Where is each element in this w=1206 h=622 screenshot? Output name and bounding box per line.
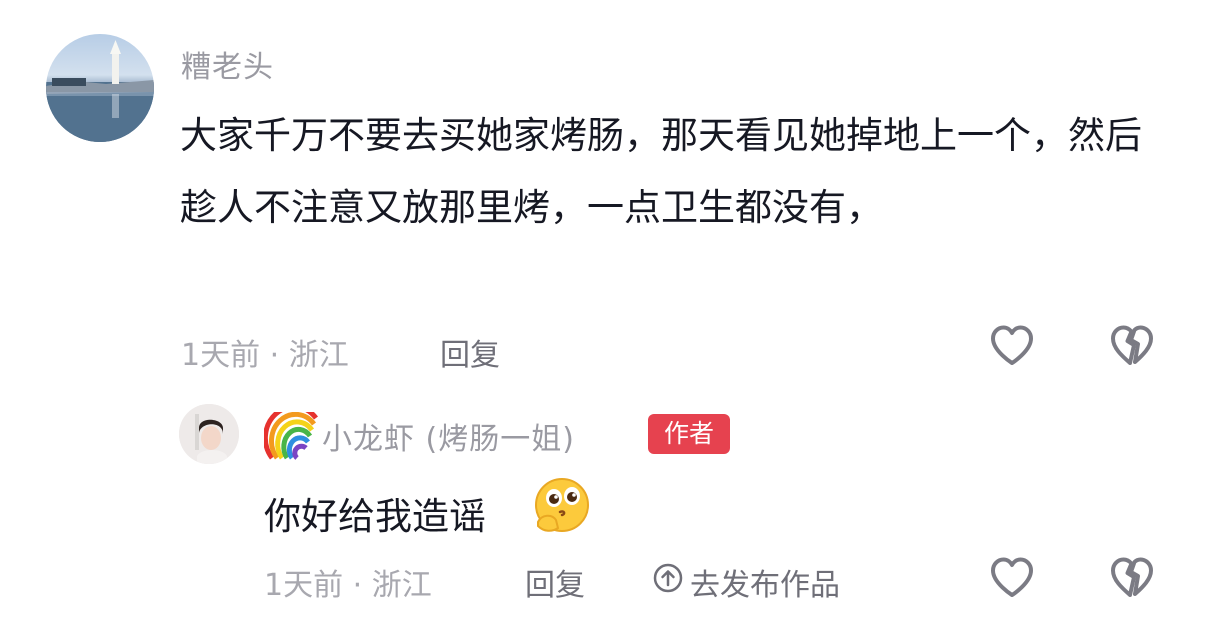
pleading-face-emoji-icon [530,474,594,540]
reply-reply-button[interactable]: 回复 [525,560,585,604]
commenter-username[interactable]: 糟老头 [181,42,274,86]
commenter-avatar[interactable] [46,34,154,142]
arrow-up-circle-icon [652,562,684,602]
reply-time-location: 1天前 · 浙江 [264,568,432,603]
broken-heart-icon[interactable] [1108,323,1156,372]
comment-text: 大家千万不要去买她家烤肠，那天看见她掉地上一个，然后趁人不注意又放那里烤，一点卫… [180,114,1142,229]
author-avatar[interactable] [179,404,239,464]
publish-work-label: 去发布作品 [690,568,840,603]
rainbow-icon [262,404,318,464]
comment-reply-button[interactable]: 回复 [440,330,500,374]
publish-work-button[interactable]: 去发布作品 [652,560,840,604]
reply-text: 你好给我造谣 [264,495,486,538]
author-badge: 作者 [648,414,730,454]
comment-time-location: 1天前 · 浙江 [181,338,349,373]
heart-outline-icon[interactable] [988,323,1036,372]
author-username[interactable]: 小龙虾 (烤肠一姐) [322,414,575,458]
heart-outline-icon[interactable] [988,555,1036,604]
broken-heart-icon[interactable] [1108,555,1156,604]
